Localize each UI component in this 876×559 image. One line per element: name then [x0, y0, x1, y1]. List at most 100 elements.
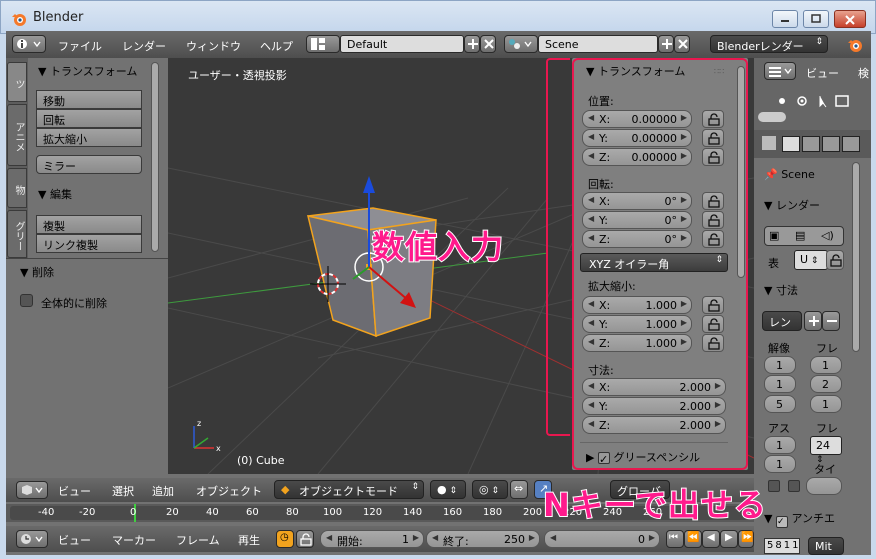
- play-button[interactable]: ▶: [720, 530, 738, 548]
- current-frame-field[interactable]: ◀ 0 ▶: [544, 530, 660, 548]
- lock-rotation-y-button[interactable]: [702, 211, 724, 229]
- scene-button[interactable]: [504, 35, 538, 53]
- global-delete-checkbox[interactable]: [20, 294, 33, 307]
- add-layout-button[interactable]: [464, 35, 480, 53]
- manipulator-toggle[interactable]: ⇔: [510, 480, 528, 499]
- outliner-row-icons[interactable]: [774, 94, 869, 108]
- location-x-field[interactable]: ◀ X: 0.00000 ▶: [582, 110, 692, 128]
- scale-y-field[interactable]: ◀ Y: 1.000 ▶: [582, 315, 692, 333]
- editor-type-button[interactable]: [12, 35, 46, 53]
- translate-button[interactable]: 移動: [36, 90, 142, 109]
- scene-name-field[interactable]: Scene: [538, 35, 658, 53]
- next-keyframe-button[interactable]: ⏩: [738, 530, 754, 548]
- lock-rotation-x-button[interactable]: [702, 192, 724, 210]
- viewport-editor-button[interactable]: [16, 481, 48, 499]
- render-engine-dropdown[interactable]: Blenderレンダー ⇕: [710, 35, 828, 53]
- properties-scrollbar[interactable]: [852, 162, 860, 352]
- rotation-y-field[interactable]: ◀ Y: 0° ▶: [582, 211, 692, 229]
- shading-dropdown[interactable]: ● ⇕: [430, 480, 466, 499]
- grease-pencil-header[interactable]: ▶ ✓ グリースペンシル: [586, 449, 700, 466]
- resolution-percent-field[interactable]: 5: [764, 395, 796, 413]
- delete-layout-button[interactable]: [480, 35, 496, 53]
- timeline-menu-frame[interactable]: フレーム: [176, 532, 220, 548]
- z-arrow-handle[interactable]: [363, 176, 375, 193]
- edit-panel-header[interactable]: ▼ 編集: [38, 186, 72, 202]
- start-frame-field[interactable]: ◀ 開始: 1 ▶: [320, 530, 424, 548]
- render-panel-header[interactable]: ▼ レンダー: [764, 197, 820, 213]
- antialias-checkbox[interactable]: ✓: [775, 516, 788, 528]
- dimension-z-field[interactable]: ◀ Z: 2.000 ▶: [582, 416, 726, 434]
- aspect-x-field[interactable]: 1: [764, 436, 796, 454]
- location-z-field[interactable]: ◀ Z: 0.00000 ▶: [582, 148, 692, 166]
- frame-end-field[interactable]: 2: [810, 375, 842, 393]
- viewport-menu-add[interactable]: 追加: [152, 483, 174, 499]
- outliner-editor-button[interactable]: [764, 62, 796, 80]
- drag-handle-icon[interactable]: ∷∷: [714, 67, 724, 76]
- world-tab-icon[interactable]: [842, 136, 860, 152]
- render-tab-icon[interactable]: [782, 136, 800, 152]
- delete-scene-button[interactable]: [674, 35, 690, 53]
- timeline-menu-marker[interactable]: マーカー: [112, 532, 156, 548]
- outliner-search-menu[interactable]: 検: [858, 65, 869, 81]
- mode-dropdown[interactable]: ◆ オブジェクトモード ⇕: [274, 480, 424, 499]
- menu-help[interactable]: ヘルプ: [260, 38, 293, 54]
- pivot-dropdown[interactable]: ◎ ⇕: [472, 480, 508, 499]
- preview-range-button[interactable]: ◷: [276, 530, 294, 548]
- jump-start-button[interactable]: ⏮: [666, 530, 684, 548]
- remove-preset-button[interactable]: [822, 311, 840, 331]
- duplicate-button[interactable]: 複製: [36, 215, 142, 234]
- add-preset-button[interactable]: [804, 311, 822, 331]
- lock-scale-z-button[interactable]: [702, 334, 724, 352]
- aa-samples-row[interactable]: 5811: [764, 538, 800, 554]
- antialias-header[interactable]: ▼ ✓ アンチエ: [764, 510, 835, 528]
- lock-scale-y-button[interactable]: [702, 315, 724, 333]
- lock-location-x-button[interactable]: [702, 110, 724, 128]
- viewport-menu-select[interactable]: 選択: [112, 483, 134, 499]
- border-checkbox[interactable]: [768, 480, 780, 492]
- resolution-x-field[interactable]: 1: [764, 356, 796, 374]
- tool-shelf-scrollbar[interactable]: [151, 62, 159, 252]
- rotation-z-field[interactable]: ◀ Z: 0° ▶: [582, 230, 692, 248]
- render-animation-icon[interactable]: ▤: [795, 229, 805, 242]
- tab-grease-pencil[interactable]: グリー: [7, 210, 27, 258]
- lock-frame-button[interactable]: [296, 530, 314, 548]
- n-transform-header[interactable]: ▼ トランスフォーム: [586, 63, 685, 79]
- layout-name-field[interactable]: Default: [340, 35, 464, 53]
- add-scene-button[interactable]: [658, 35, 674, 53]
- play-reverse-button[interactable]: ◀: [702, 530, 720, 548]
- dimensions-panel-header[interactable]: ▼ 寸法: [764, 282, 798, 298]
- mirror-button[interactable]: ミラー: [36, 155, 142, 174]
- time-remap-field[interactable]: [806, 477, 842, 495]
- fps-dropdown[interactable]: 24 ⇕: [810, 436, 842, 465]
- timeline-menu-playback[interactable]: 再生: [238, 532, 260, 548]
- delete-panel-header[interactable]: ▼ 削除: [20, 264, 54, 280]
- audio-icon[interactable]: ◁): [821, 229, 834, 242]
- filter-dropdown[interactable]: Mit: [808, 537, 844, 555]
- close-button[interactable]: [834, 10, 866, 28]
- lock-interface-button[interactable]: [826, 250, 844, 270]
- tab-tools[interactable]: ツ: [7, 62, 27, 102]
- dimension-y-field[interactable]: ◀ Y: 2.000 ▶: [582, 397, 726, 415]
- outliner-scrollbar[interactable]: [758, 112, 786, 122]
- n-panel-scrollbar[interactable]: [737, 66, 745, 278]
- viewport-menu-object[interactable]: オブジェクト: [196, 483, 262, 499]
- end-frame-field[interactable]: ◀ 終了: 250 ▶: [426, 530, 540, 548]
- menu-render[interactable]: レンダー: [122, 38, 166, 54]
- lock-location-z-button[interactable]: [702, 148, 724, 166]
- timeline-editor-button[interactable]: [16, 530, 48, 548]
- scale-z-field[interactable]: ◀ Z: 1.000 ▶: [582, 334, 692, 352]
- menu-file[interactable]: ファイル: [58, 38, 102, 54]
- pin-icon[interactable]: 📌: [764, 168, 778, 181]
- outliner-view-menu[interactable]: ビュー: [806, 65, 839, 81]
- prev-keyframe-button[interactable]: ⏪: [684, 530, 702, 548]
- rotation-x-field[interactable]: ◀ X: 0° ▶: [582, 192, 692, 210]
- frame-step-field[interactable]: 1: [810, 395, 842, 413]
- resolution-y-field[interactable]: 1: [764, 375, 796, 393]
- grease-pencil-checkbox[interactable]: ✓: [597, 452, 610, 466]
- rotate-button[interactable]: 回転: [36, 109, 142, 128]
- lock-rotation-z-button[interactable]: [702, 230, 724, 248]
- scale-x-field[interactable]: ◀ X: 1.000 ▶: [582, 296, 692, 314]
- preset-dropdown[interactable]: レン: [762, 311, 802, 331]
- maximize-button[interactable]: [803, 10, 829, 28]
- aspect-y-field[interactable]: 1: [764, 455, 796, 473]
